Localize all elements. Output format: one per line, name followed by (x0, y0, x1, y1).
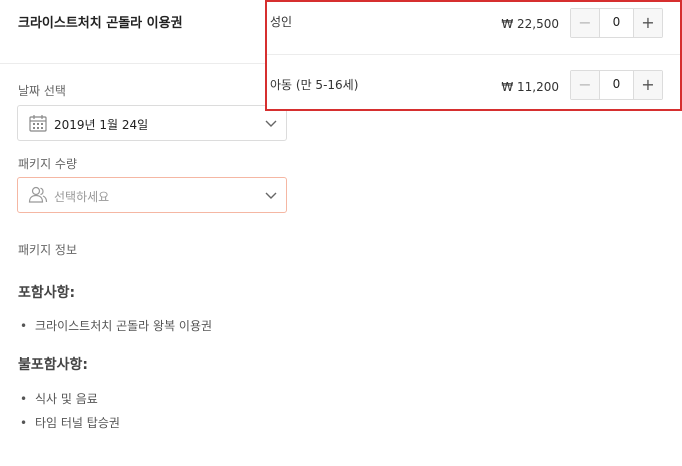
product-title: 크라이스트처치 곤돌라 이용권 (18, 16, 183, 31)
date-select-label: 날짜 선택 (18, 84, 66, 98)
calendar-icon (29, 115, 47, 132)
header: 크라이스트처치 곤돌라 이용권 (0, 0, 265, 64)
date-select[interactable]: 2019년 1월 24일 (17, 105, 287, 141)
package-info-label: 패키지 정보 (18, 243, 78, 257)
date-select-value: 2019년 1월 24일 (54, 118, 149, 132)
package-qty-label: 패키지 수량 (18, 157, 78, 171)
list-item: 식사 및 음료 (18, 390, 120, 414)
quantity-value[interactable]: 0 (600, 15, 633, 29)
list-item: 크라이스트처치 곤돌라 왕복 이용권 (18, 317, 212, 341)
list-item: 타임 터널 탑승권 (18, 414, 120, 438)
increment-button[interactable]: + (633, 71, 662, 99)
ticket-options-dropdown: 성인 ₩ 22,500 − 0 + 아동 (만 5-16세) ₩ 11,200 … (265, 0, 682, 111)
decrement-button[interactable]: − (571, 71, 600, 99)
package-qty-select[interactable]: 선택하세요 (17, 177, 287, 213)
excluded-heading: 불포함사항: (18, 357, 88, 373)
ticket-option-adult: 성인 ₩ 22,500 − 0 + (267, 2, 680, 55)
decrement-button[interactable]: − (571, 9, 600, 37)
included-heading: 포함사항: (18, 285, 76, 301)
quantity-stepper: − 0 + (570, 70, 663, 100)
ticket-price: ₩ 22,500 (501, 17, 559, 31)
quantity-stepper: − 0 + (570, 8, 663, 38)
ticket-option-child: 아동 (만 5-16세) ₩ 11,200 − 0 + (267, 56, 680, 109)
booking-panel: 크라이스트처치 곤돌라 이용권 날짜 선택 2019년 1월 24일 패키지 수… (0, 0, 682, 466)
included-list: 크라이스트처치 곤돌라 왕복 이용권 (18, 317, 212, 341)
people-icon (28, 186, 48, 203)
ticket-price: ₩ 11,200 (501, 80, 559, 94)
chevron-down-icon (265, 120, 277, 127)
increment-button[interactable]: + (633, 9, 662, 37)
ticket-name: 성인 (270, 15, 293, 29)
chevron-down-icon (265, 192, 277, 199)
quantity-value[interactable]: 0 (600, 77, 633, 91)
ticket-name: 아동 (만 5-16세) (270, 78, 359, 92)
package-qty-placeholder: 선택하세요 (54, 190, 110, 204)
excluded-list: 식사 및 음료 타임 터널 탑승권 (18, 390, 120, 438)
